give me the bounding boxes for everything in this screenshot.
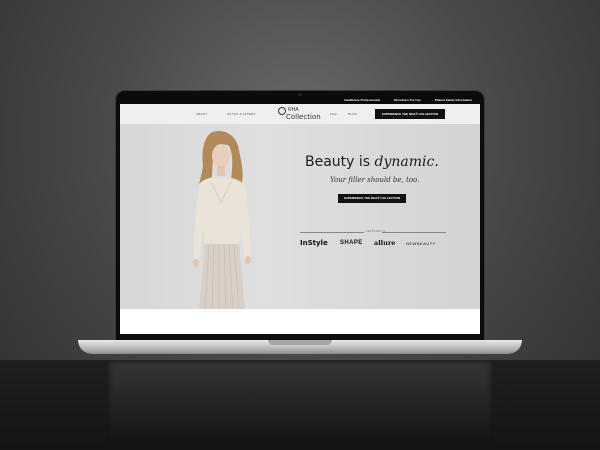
laptop-base <box>78 340 522 354</box>
headline-plain: Beauty is <box>305 154 375 170</box>
utility-link-safety[interactable]: Patient Safety Information <box>435 97 472 103</box>
nav-item-myths[interactable]: MYTHS & AFTERS <box>227 112 256 116</box>
hero-section: Beauty is dynamic. Your filler should be… <box>120 124 480 309</box>
model-photo <box>193 130 251 309</box>
featured-divider-left <box>300 232 364 233</box>
publication-instyle: InStyle <box>300 239 328 247</box>
main-navigation: ABOUT MYTHS & AFTERS RHA Collection FAQ … <box>120 104 480 124</box>
publication-newbeauty: NEWBEAUTY <box>406 241 436 246</box>
utility-links: Healthcare Professionals Directions For … <box>344 97 472 103</box>
laptop-reflection <box>110 362 490 442</box>
utility-bar: Healthcare Professionals Directions For … <box>120 96 480 104</box>
brand-logo[interactable]: RHA Collection <box>276 106 322 122</box>
hero-cta-button[interactable]: EXPERIENCE THE RHA® COLLECTION <box>338 194 406 203</box>
utility-link-directions[interactable]: Directions For Use <box>394 97 421 103</box>
utility-link-hcp[interactable]: Healthcare Professionals <box>344 97 380 103</box>
logo-mark-icon <box>278 107 286 115</box>
publication-shape: SHAPE <box>340 240 363 246</box>
hero-subheadline: Your filler should be, too. <box>330 176 420 184</box>
laptop-lid: Healthcare Professionals Directions For … <box>115 90 485 342</box>
hero-headline: Beauty is dynamic. <box>305 154 439 170</box>
laptop-screen: Healthcare Professionals Directions For … <box>120 96 480 334</box>
trackpad-notch <box>268 340 332 345</box>
nav-item-faq[interactable]: FAQ <box>330 112 337 116</box>
featured-divider-right <box>382 232 446 233</box>
page-below-fold <box>120 309 480 334</box>
publication-allure: allure <box>374 239 396 247</box>
nav-cta-button[interactable]: EXPERIENCE THE RHA® COLLECTION <box>375 109 445 119</box>
logo-text-collection: Collection <box>286 113 321 121</box>
nav-item-blog[interactable]: BLOG <box>348 112 357 116</box>
nav-item-about[interactable]: ABOUT <box>196 112 207 116</box>
headline-italic: dynamic. <box>374 154 439 170</box>
